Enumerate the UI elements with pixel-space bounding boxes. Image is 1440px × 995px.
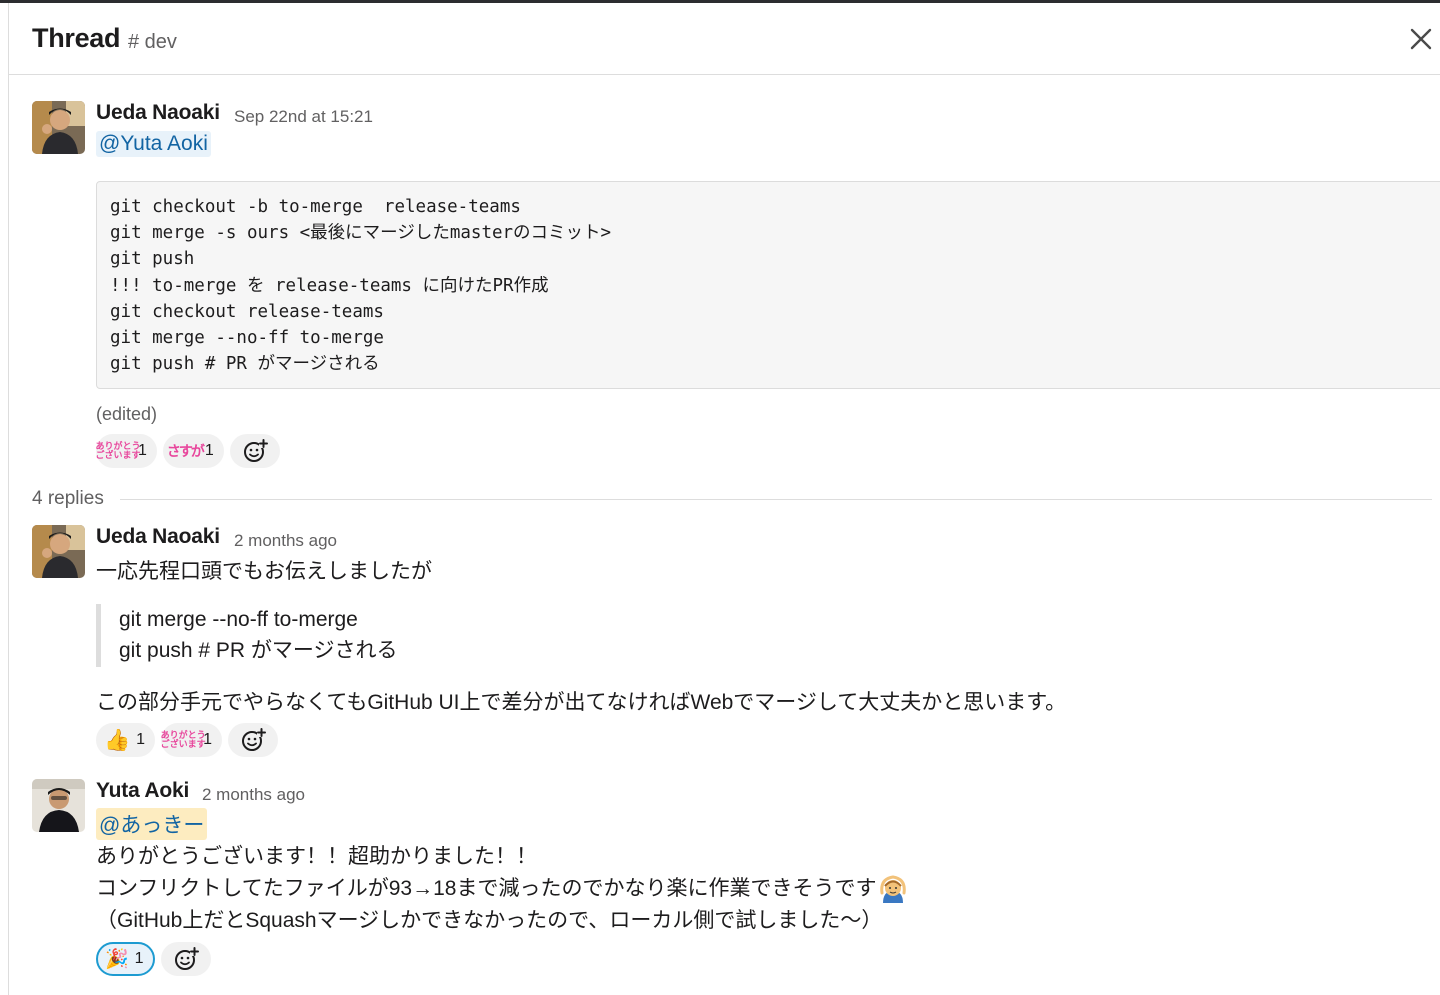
blockquote: git merge --no-ff to-merge git push # PR… [96, 604, 398, 667]
replies-count: 4 replies [32, 488, 104, 509]
left-divider [8, 3, 9, 995]
emoji-text-line: ございます [160, 739, 206, 749]
thumbsup-icon: 👍 [104, 728, 131, 752]
message-text: 一応先程口頭でもお伝えしましたが [96, 560, 432, 583]
close-icon[interactable] [1407, 25, 1435, 53]
code-line: git push [110, 249, 195, 270]
arigatou-gozaimasu-icon: ありがとう ございます [161, 726, 206, 754]
add-emoji-icon [175, 947, 199, 970]
reaction-thumbsup[interactable]: 👍 1 [96, 723, 156, 757]
message-lines: ありがとうございます！！超助かりました！！ コンフリクトしてたファイルが93→1… [96, 841, 909, 937]
reply-message: Ueda Naoaki 2 months ago 一応先程口頭でもお伝えしました… [32, 525, 1432, 760]
message-body: @Yuta Aoki [96, 131, 211, 157]
message-line: （GitHub上だとSquashマージしかできなかったので、ローカル側で試しまし… [96, 909, 883, 932]
code-line: git merge --no-ff to-merge [110, 327, 384, 348]
reply-message: Yuta Aoki 2 months ago @あっきー ありがとうございます！… [32, 779, 1432, 989]
code-line: git merge -s ours <最後にマージしたmasterのコミット> [110, 223, 612, 244]
add-reaction-button[interactable] [161, 942, 211, 976]
message-text: この部分手元でやらなくてもGitHub UI上で差分が出てなければWebでマージ… [96, 691, 1067, 714]
reaction-count: 1 [136, 731, 146, 748]
tada-icon: 🎉 [105, 948, 129, 970]
reaction-arigatou[interactable]: ありがとう ございます 1 [161, 723, 222, 757]
code-block: git checkout -b to-merge release-teams g… [96, 181, 1440, 389]
reaction-sasuga[interactable]: さすが 1 [162, 434, 224, 468]
reaction-arigatou[interactable]: ありがとう ございます 1 [96, 434, 157, 468]
code-line: !!! to-merge を release-teams に向けたPR作成 [110, 275, 549, 296]
edited-label: (edited) [96, 404, 158, 424]
channel-link[interactable]: # dev [128, 31, 177, 54]
avatar[interactable] [32, 779, 85, 832]
arigatou-gozaimasu-icon: ありがとう ございます [96, 437, 141, 465]
avatar[interactable] [32, 101, 85, 154]
divider-line [120, 499, 1432, 500]
reaction-count: 1 [134, 950, 144, 967]
reaction-bar: 👍 1 ありがとう ございます 1 [96, 723, 278, 757]
reaction-bar: 🎉 1 [96, 942, 211, 976]
replies-divider: 4 replies [32, 488, 1432, 512]
reaction-count: 1 [203, 731, 212, 748]
emoji-text-line: ございます [95, 450, 141, 460]
parent-message: Ueda Naoaki Sep 22nd at 15:21 @Yuta Aoki… [32, 101, 1440, 481]
message-body: @あっきー [96, 808, 208, 840]
message-line: コンフリクトしてたファイルが93→18まで減ったのでかなり楽に作業できそうです [96, 873, 909, 905]
reaction-count: 1 [204, 442, 214, 459]
author-name[interactable]: Yuta Aoki [96, 779, 189, 803]
add-reaction-button[interactable] [229, 434, 280, 468]
reaction-count: 1 [138, 442, 147, 459]
timestamp[interactable]: 2 months ago [202, 785, 305, 805]
code-line: git checkout -b to-merge release-teams [110, 197, 521, 217]
timestamp[interactable]: Sep 22nd at 15:21 [234, 107, 373, 127]
timestamp[interactable]: 2 months ago [234, 531, 337, 551]
quote-line: git merge --no-ff to-merge [119, 608, 358, 631]
add-emoji-icon [243, 439, 268, 462]
code-line: git checkout release-teams [110, 301, 384, 322]
message-line: ありがとうございます！！超助かりました！！ [96, 845, 537, 868]
user-mention[interactable]: @Yuta Aoki [96, 131, 211, 157]
code-line: git push # PR がマージされる [110, 354, 380, 375]
author-name[interactable]: Ueda Naoaki [96, 101, 220, 125]
person-gesturing-ok-icon [877, 873, 909, 905]
author-name[interactable]: Ueda Naoaki [96, 525, 220, 549]
reaction-tada[interactable]: 🎉 1 [96, 942, 155, 976]
thread-title: Thread [32, 23, 121, 53]
thread-header: Thread # dev [9, 3, 1440, 75]
add-emoji-icon [241, 728, 266, 751]
quote-line: git push # PR がマージされる [119, 639, 398, 662]
sasuga-icon: さすが [167, 437, 205, 465]
reaction-bar: ありがとう ございます 1 さすが 1 [96, 434, 280, 468]
message-line-text: コンフリクトしてたファイルが93→18まで減ったのでかなり楽に作業できそうです [96, 877, 877, 900]
emoji-text-line: さすが [166, 443, 205, 459]
add-reaction-button[interactable] [227, 723, 278, 757]
user-mention[interactable]: @あっきー [96, 808, 208, 840]
avatar[interactable] [32, 525, 85, 578]
